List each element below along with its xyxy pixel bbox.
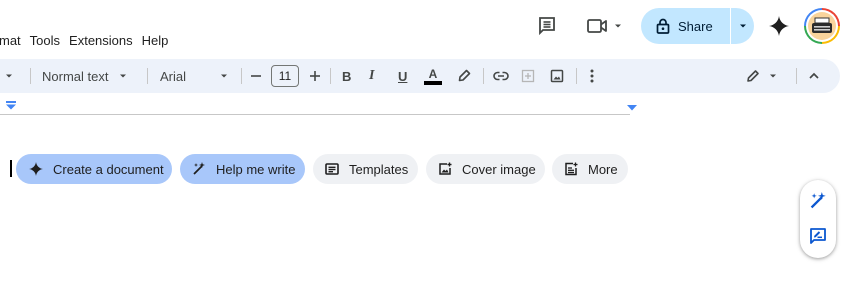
insert-comment-button[interactable] [521, 59, 535, 93]
chevron-down-icon [120, 74, 127, 78]
toolbar-divider [147, 68, 148, 84]
text-cursor [10, 160, 12, 177]
gemini-sparkle-icon [769, 16, 789, 36]
menu-help[interactable]: Help [142, 33, 169, 49]
add-comment-icon [521, 69, 535, 83]
collapse-menus-button[interactable] [808, 59, 820, 93]
more-options-button[interactable] [590, 59, 594, 93]
lock-icon [656, 18, 670, 34]
floating-side-panel [800, 180, 836, 258]
insert-image-button[interactable] [550, 59, 564, 93]
magic-pen-icon [810, 192, 826, 209]
account-avatar[interactable] [804, 8, 840, 44]
toolbar-divider [576, 68, 577, 84]
chevron-down-icon [221, 74, 228, 78]
chevron-down-icon [614, 24, 621, 28]
toolbar-divider [330, 68, 331, 84]
insert-link-button[interactable] [493, 59, 509, 93]
meet-button[interactable] [584, 16, 624, 36]
gemini-button[interactable] [768, 15, 790, 37]
formatting-toolbar: Normal text Arial 11 B I U A [0, 59, 840, 93]
chevron-down-icon [770, 74, 776, 78]
paragraph-style-label: Normal text [42, 68, 109, 84]
gemini-sparkle-icon [29, 162, 43, 176]
help-me-write-chip[interactable]: Help me write [180, 154, 305, 184]
increase-font-size-button[interactable] [309, 59, 321, 93]
underline-icon: U [398, 68, 408, 84]
chevron-up-icon [809, 72, 819, 79]
zoom-dropdown[interactable] [4, 59, 14, 93]
rate-review-icon [810, 228, 826, 244]
editing-mode-dropdown[interactable] [746, 59, 778, 93]
share-button[interactable]: Share [641, 8, 730, 44]
templates-chip[interactable]: Templates [313, 154, 418, 184]
add-photo-icon [439, 162, 452, 175]
suggest-edits-side-button[interactable] [808, 226, 828, 246]
menubar: mat Tools Extensions Help [0, 33, 177, 49]
cover-image-chip[interactable]: Cover image [426, 154, 545, 184]
menu-extensions[interactable]: Extensions [69, 33, 133, 49]
comments-button[interactable] [536, 15, 558, 37]
cover-image-label: Cover image [462, 161, 536, 177]
toolbar-divider [30, 68, 31, 84]
font-size-value: 11 [271, 65, 299, 87]
highlighter-icon [458, 69, 471, 82]
share-button-group: Share [641, 8, 754, 44]
text-color-icon: A [424, 68, 442, 85]
chevron-down-icon [6, 74, 12, 78]
toolbar-divider [483, 68, 484, 84]
image-icon [550, 69, 564, 83]
menu-format[interactable]: mat [0, 33, 21, 49]
document-add-icon [565, 162, 578, 176]
more-chip[interactable]: More [552, 154, 628, 184]
minus-icon [251, 75, 261, 77]
template-icon [325, 163, 339, 175]
ruler-left-indent-marker[interactable] [5, 101, 17, 110]
paragraph-style-dropdown[interactable]: Normal text [42, 59, 128, 93]
highlight-color-button[interactable] [457, 59, 471, 93]
share-dropdown-button[interactable] [731, 8, 754, 44]
underline-button[interactable]: U [398, 59, 407, 93]
share-label: Share [678, 18, 713, 34]
typewriter-avatar-icon [808, 12, 836, 40]
toolbar-divider [796, 68, 797, 84]
font-label: Arial [160, 68, 187, 84]
create-document-chip[interactable]: Create a document [16, 154, 172, 184]
plus-icon [310, 71, 320, 81]
comment-history-icon [539, 17, 555, 36]
italic-icon: I [369, 68, 375, 83]
text-color-button[interactable]: A [424, 59, 442, 93]
help-me-write-side-button[interactable] [808, 191, 828, 211]
pencil-icon [747, 70, 759, 82]
magic-pen-icon [193, 162, 205, 175]
font-size-field[interactable]: 11 [271, 59, 299, 93]
bold-icon: B [342, 68, 352, 84]
help-me-write-label: Help me write [216, 161, 296, 177]
more-label: More [588, 161, 618, 177]
ruler-right-indent-marker[interactable] [626, 104, 638, 111]
link-icon [493, 71, 509, 81]
chevron-down-icon [739, 24, 746, 28]
menu-tools[interactable]: Tools [30, 33, 60, 49]
more-vert-icon [590, 69, 594, 83]
create-document-label: Create a document [53, 161, 164, 177]
templates-label: Templates [349, 161, 409, 177]
video-call-icon [586, 19, 607, 33]
page-top-edge [0, 114, 630, 115]
font-dropdown[interactable]: Arial [160, 59, 229, 93]
italic-button[interactable]: I [369, 59, 374, 93]
toolbar-divider [241, 68, 242, 84]
decrease-font-size-button[interactable] [250, 59, 262, 93]
bold-button[interactable]: B [342, 59, 351, 93]
